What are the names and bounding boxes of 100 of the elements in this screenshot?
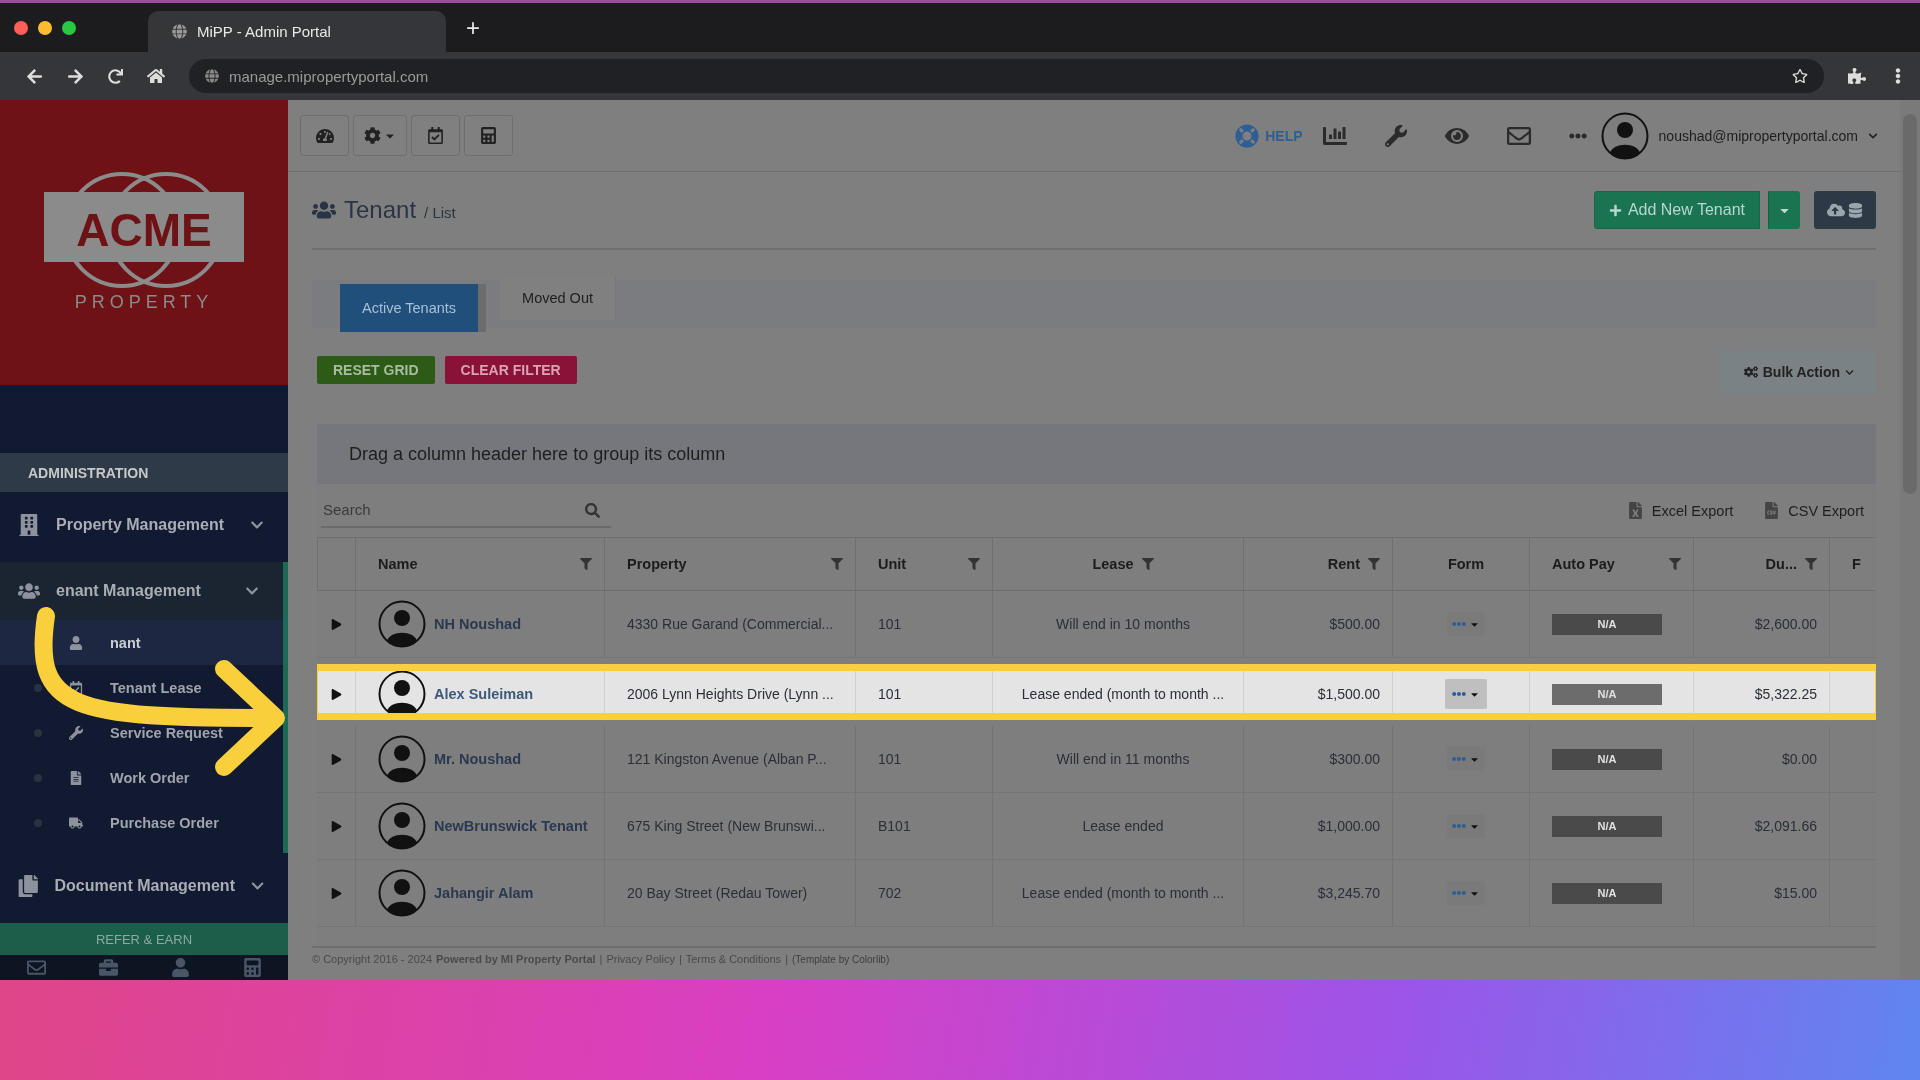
- cloud-upload-icon: [1827, 201, 1845, 219]
- refer-earn-button[interactable]: REFER & EARN: [0, 923, 288, 955]
- property-text: 2006 Lynn Heights Drive (Lynn ...: [627, 686, 834, 702]
- unit-text: 101: [878, 751, 902, 767]
- auto-pay-badge: N/A: [1552, 815, 1662, 837]
- clear-filter-button[interactable]: CLEAR FILTER: [444, 356, 577, 384]
- property-text: 20 Bay Street (Redau Tower): [627, 885, 808, 901]
- due-amount-text: $0.00: [1781, 751, 1817, 767]
- column-header[interactable]: Lease: [992, 538, 1243, 590]
- tenant-name-link[interactable]: NH Noushad: [434, 616, 521, 632]
- import-button[interactable]: [1814, 191, 1876, 229]
- due-amount-text: $15.00: [1774, 885, 1817, 901]
- nav-subitem[interactable]: nant: [110, 634, 141, 651]
- reset-grid-button[interactable]: RESET GRID: [317, 356, 435, 384]
- due-amount-text: $2,091.66: [1754, 818, 1817, 834]
- due-amount-text: $2,600.00: [1754, 616, 1817, 632]
- settings-button[interactable]: [353, 115, 407, 156]
- expand-icon[interactable]: [330, 688, 342, 700]
- filter-icon[interactable]: [1368, 558, 1380, 570]
- nav-subitem[interactable]: Service Request: [110, 724, 223, 741]
- search-field[interactable]: Search: [321, 493, 611, 528]
- property-text: 4330 Rue Garand (Commercial...: [627, 616, 834, 632]
- nav-subitem[interactable]: Tenant Lease: [110, 679, 202, 696]
- group-panel: Drag a column header here to group its column: [317, 424, 1876, 484]
- unit-text: 101: [878, 616, 902, 632]
- table-row[interactable]: Jahangir Alam 20 Bay Street (Redau Tower) 702 Lease ended (month to month ... $3,245.70 N/A $15.00: [317, 860, 1876, 927]
- nav-item[interactable]: Document Management: [0, 853, 288, 919]
- briefcase-icon[interactable]: [98, 958, 118, 977]
- form-menu-button[interactable]: [1445, 679, 1487, 709]
- star-icon[interactable]: [1792, 68, 1808, 84]
- bulk-action-button[interactable]: Bulk Action: [1721, 350, 1876, 394]
- separator: |: [678, 953, 682, 965]
- user-menu[interactable]: noushad@mipropertyportal.com: [1590, 111, 1888, 160]
- filter-icon[interactable]: [580, 558, 592, 570]
- calendar-icon: [427, 127, 444, 144]
- filter-icon[interactable]: [831, 558, 843, 570]
- close-window-button[interactable]: [14, 20, 28, 35]
- extensions-icon[interactable]: [1848, 67, 1866, 85]
- export-button[interactable]: CSV Export: [1757, 501, 1870, 520]
- lease-status-text: Will end in 10 months: [1056, 616, 1190, 632]
- forward-icon[interactable]: [67, 67, 84, 85]
- add-tenant-button[interactable]: Add New Tenant: [1593, 191, 1760, 229]
- dashboard-button[interactable]: [300, 115, 349, 156]
- filter-icon[interactable]: [1805, 558, 1817, 570]
- calculator-button[interactable]: [464, 115, 513, 156]
- table-row[interactable]: NH Noushad 4330 Rue Garand (Commercial... 101 Will end in 10 months $500.00 N/A $2,600.00: [317, 591, 1876, 658]
- page-title: Tenant: [344, 196, 417, 224]
- column-header[interactable]: F: [1829, 538, 1864, 590]
- column-header[interactable]: Form: [1392, 538, 1529, 590]
- auto-pay-badge: N/A: [1552, 683, 1662, 705]
- scrollbar[interactable]: [1900, 100, 1920, 980]
- calendar-button[interactable]: [411, 115, 460, 156]
- tenant-name-link[interactable]: Jahangir Alam: [434, 885, 534, 901]
- home-icon[interactable]: [147, 67, 165, 85]
- minimize-window-button[interactable]: [38, 20, 52, 35]
- tab[interactable]: Active Tenants: [340, 284, 487, 332]
- separator: |: [785, 953, 788, 965]
- calendar-icon: [69, 680, 83, 695]
- lease-status-text: Lease ended: [1082, 818, 1164, 834]
- column-header[interactable]: Auto Pay: [1529, 538, 1693, 590]
- wrench-icon[interactable]: [1384, 124, 1407, 147]
- address-bar[interactable]: manage.mipropertyportal.com: [189, 59, 1824, 93]
- lease-status-text: Lease ended (month to month ...: [1021, 686, 1225, 702]
- nav-subitem[interactable]: Purchase Order: [110, 814, 219, 831]
- search-icon: [585, 503, 600, 518]
- nav-item[interactable]: enant Management: [0, 562, 288, 620]
- rent-text: $1,000.00: [1317, 818, 1380, 834]
- nav-subitem[interactable]: Work Order: [110, 769, 190, 786]
- truck-icon: [69, 815, 83, 830]
- gears-icon: [1743, 365, 1758, 379]
- column-header[interactable]: Du...: [1693, 538, 1829, 590]
- tab[interactable]: Moved Out: [500, 276, 616, 320]
- building-icon: [18, 514, 40, 536]
- filter-icon[interactable]: [1669, 558, 1681, 570]
- column-header[interactable]: Unit: [855, 538, 992, 590]
- filter-icon[interactable]: [968, 558, 980, 570]
- filter-icon[interactable]: [1141, 558, 1154, 570]
- column-header[interactable]: Name: [355, 538, 604, 590]
- calculator-icon: [480, 127, 497, 144]
- new-tab-button[interactable]: +: [458, 13, 488, 42]
- lease-status-text: Lease ended (month to month ...: [1021, 885, 1225, 901]
- mail-icon[interactable]: [26, 958, 46, 977]
- tenant-name-link[interactable]: Mr. Noushad: [434, 751, 521, 767]
- table-row[interactable]: NewBrunswick Tenant 675 King Street (New Brunswi... B101 Lease ended $1,000.00 N/A $2,091.66: [317, 793, 1876, 860]
- user-icon[interactable]: [170, 958, 190, 977]
- reload-icon[interactable]: [108, 68, 123, 84]
- table-row[interactable]: Mr. Noushad 121 Kingston Avenue (Alban P... 101 Will end in 11 months $300.00 N/A $0.00: [317, 726, 1876, 793]
- calculator-icon[interactable]: [242, 958, 262, 977]
- user-icon: [69, 635, 83, 650]
- nav-item[interactable]: Property Management: [0, 492, 288, 558]
- column-header[interactable]: Rent: [1243, 538, 1392, 590]
- tenant-name-link[interactable]: NewBrunswick Tenant: [434, 818, 588, 834]
- maximize-window-button[interactable]: [62, 20, 76, 35]
- tenant-name-link[interactable]: Alex Suleiman: [434, 686, 534, 702]
- csv-file-icon: [1763, 502, 1781, 519]
- export-button[interactable]: Excel Export: [1620, 501, 1740, 520]
- back-icon[interactable]: [26, 67, 43, 85]
- column-header[interactable]: Property: [604, 538, 855, 590]
- browser-tab[interactable]: MiPP - Admin Portal: [148, 11, 446, 52]
- avatar-icon: [1600, 111, 1649, 160]
